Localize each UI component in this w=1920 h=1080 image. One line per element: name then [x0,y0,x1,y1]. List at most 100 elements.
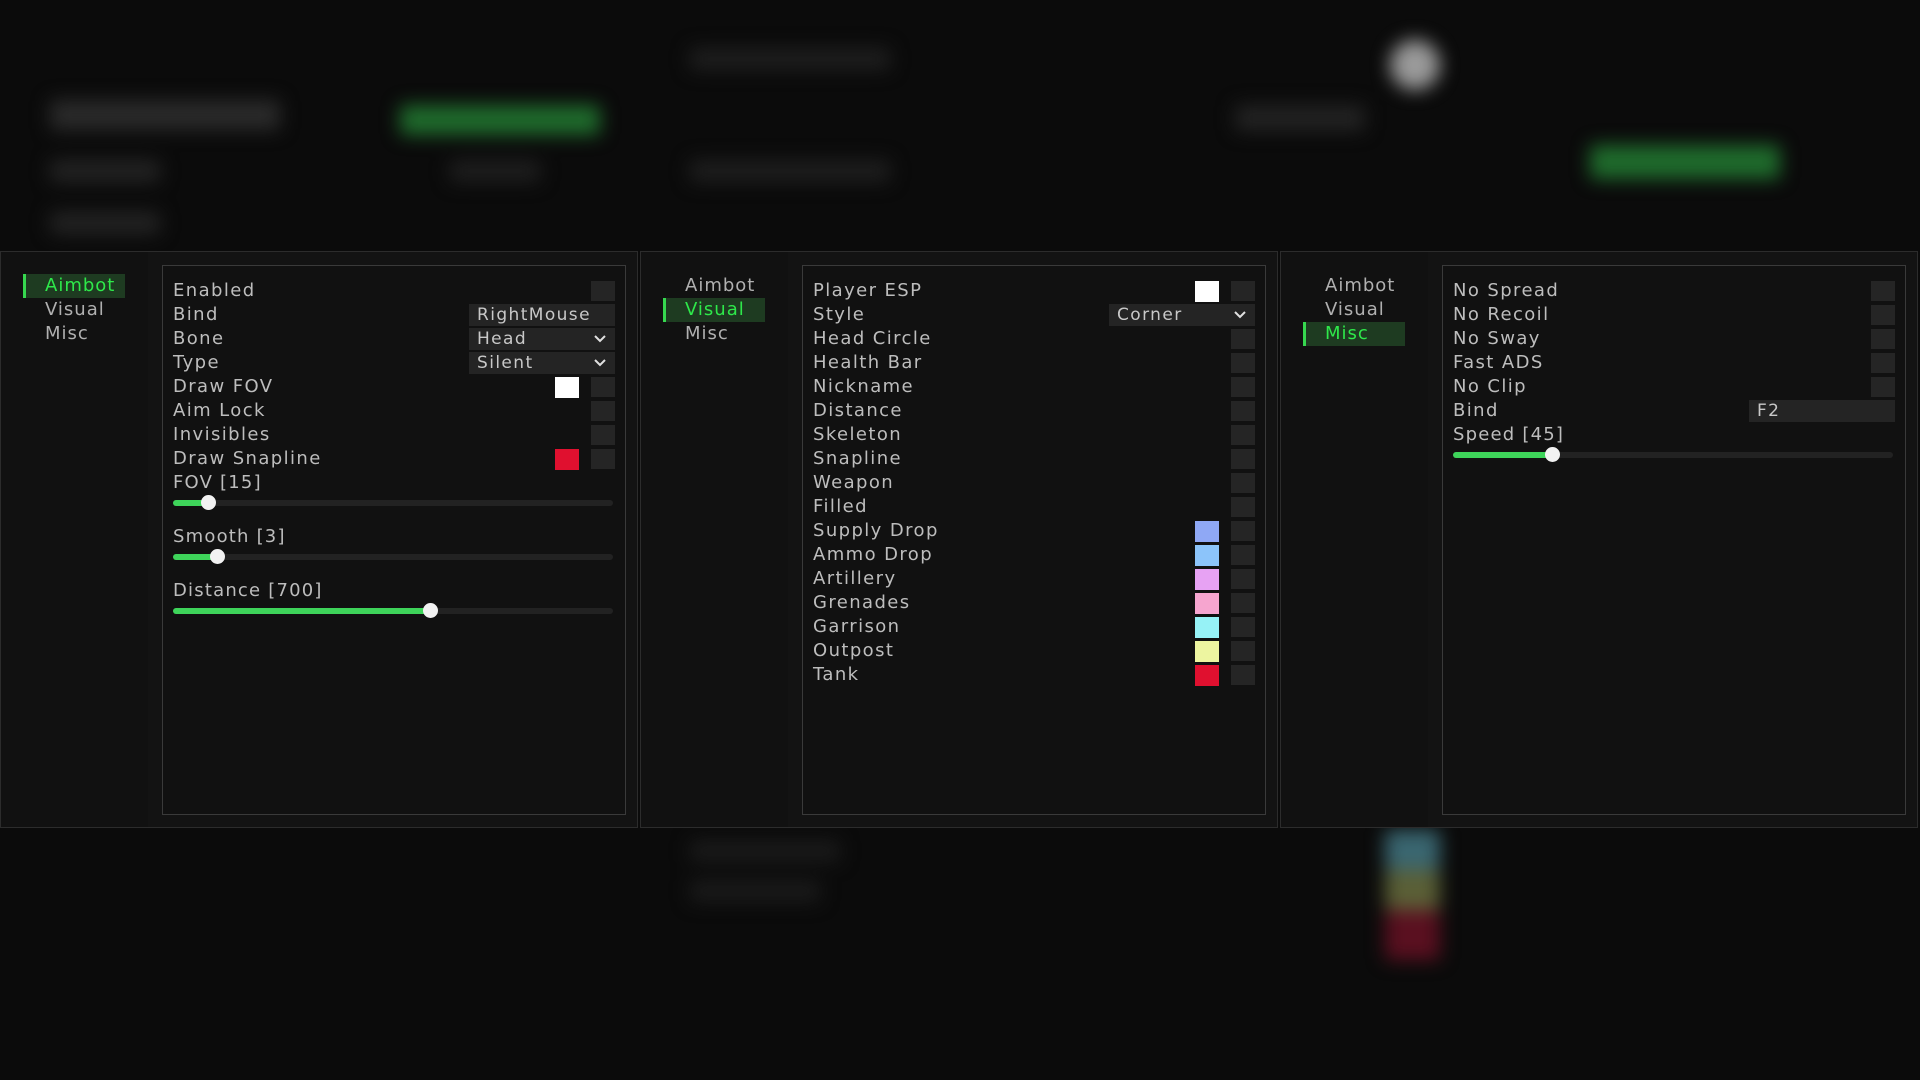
tab-visual[interactable]: Visual [663,298,765,322]
draw-snapline-color-swatch[interactable] [555,449,579,470]
fast-ads-checkbox[interactable] [1871,353,1895,373]
enabled-checkbox[interactable] [591,281,615,301]
option-invisibles: Invisibles [173,422,615,448]
garrison-color-swatch[interactable] [1195,617,1219,638]
option-grenades: Grenades [813,590,1255,616]
option-player-esp: Player ESP [813,278,1255,304]
option-snapline: Snapline [813,446,1255,472]
type-dropdown[interactable]: Silent [469,352,615,374]
no-spread-checkbox[interactable] [1871,281,1895,301]
option-supply-drop: Supply Drop [813,518,1255,544]
invisibles-checkbox[interactable] [591,425,615,445]
supply-drop-checkbox[interactable] [1231,521,1255,541]
dropdown-value: Silent [477,353,534,373]
draw-snapline-checkbox[interactable] [591,449,615,469]
aim-lock-checkbox[interactable] [591,401,615,421]
nickname-checkbox[interactable] [1231,377,1255,397]
draw-fov-checkbox[interactable] [591,377,615,397]
tab-visual[interactable]: Visual [1303,298,1405,322]
smooth-slider[interactable] [173,549,613,564]
option-label: Distance [813,400,903,421]
tab-visual[interactable]: Visual [23,298,125,322]
distance-checkbox[interactable] [1231,401,1255,421]
tab-misc[interactable]: Misc [23,322,125,346]
menu-window-3: Aimbot Visual Misc No Spread No Recoil No Swa… [1280,251,1918,828]
option-bind: Bind RightMouse [173,302,615,328]
fov-slider[interactable] [173,495,613,510]
slider-handle[interactable] [1545,447,1560,462]
tab-aimbot[interactable]: Aimbot [1303,274,1405,298]
option-weapon: Weapon [813,470,1255,496]
supply-drop-color-swatch[interactable] [1195,521,1219,542]
option-label: No Recoil [1453,304,1550,325]
tab-misc[interactable]: Misc [1303,322,1405,346]
option-label: Garrison [813,616,901,637]
artillery-checkbox[interactable] [1231,569,1255,589]
ammo-drop-color-swatch[interactable] [1195,545,1219,566]
option-label: Nickname [813,376,915,397]
menu-sidebar: Aimbot Visual Misc [641,252,788,827]
tank-color-swatch[interactable] [1195,665,1219,686]
skeleton-checkbox[interactable] [1231,425,1255,445]
head-circle-checkbox[interactable] [1231,329,1255,349]
garrison-checkbox[interactable] [1231,617,1255,637]
option-bind: Bind F2 [1453,398,1895,424]
grenades-color-swatch[interactable] [1195,593,1219,614]
dropdown-value: Head [477,329,528,349]
slider-fill [173,608,431,614]
option-label: Filled [813,496,868,517]
outpost-checkbox[interactable] [1231,641,1255,661]
grenades-checkbox[interactable] [1231,593,1255,613]
option-label: Outpost [813,640,895,661]
option-distance: Distance [813,398,1255,424]
option-label: Bind [173,304,219,325]
distance-slider[interactable] [173,603,613,618]
option-label: Skeleton [813,424,903,445]
option-label: Style [813,304,866,325]
outpost-color-swatch[interactable] [1195,641,1219,662]
option-label: No Sway [1453,328,1541,349]
option-health-bar: Health Bar [813,350,1255,376]
option-label: Invisibles [173,424,271,445]
option-label: Enabled [173,280,256,301]
tank-checkbox[interactable] [1231,665,1255,685]
artillery-color-swatch[interactable] [1195,569,1219,590]
option-filled: Filled [813,494,1255,520]
menu-sidebar: Aimbot Visual Misc [1,252,148,827]
slider-fill [1453,452,1552,458]
ammo-drop-checkbox[interactable] [1231,545,1255,565]
snapline-checkbox[interactable] [1231,449,1255,469]
tab-aimbot[interactable]: Aimbot [23,274,125,298]
bone-dropdown[interactable]: Head [469,328,615,350]
style-dropdown[interactable]: Corner [1109,304,1255,326]
slider-handle[interactable] [201,495,217,510]
option-label: Snapline [813,448,902,469]
option-aim-lock: Aim Lock [173,398,615,424]
weapon-checkbox[interactable] [1231,473,1255,493]
health-bar-checkbox[interactable] [1231,353,1255,373]
option-tank: Tank [813,662,1255,688]
draw-fov-color-swatch[interactable] [555,377,579,398]
player-esp-color-swatch[interactable] [1195,281,1219,302]
player-esp-checkbox[interactable] [1231,281,1255,301]
bind-keybind-field[interactable]: F2 [1749,400,1895,422]
tab-misc[interactable]: Misc [663,322,765,346]
option-label: Grenades [813,592,911,613]
slider-handle[interactable] [423,603,439,618]
no-sway-checkbox[interactable] [1871,329,1895,349]
option-label: Tank [813,664,860,685]
tab-aimbot[interactable]: Aimbot [663,274,765,298]
option-style: Style Corner [813,302,1255,328]
settings-panel: Enabled Bind RightMouse Bone Head Type Silent D… [162,265,626,815]
option-label: Supply Drop [813,520,939,541]
filled-checkbox[interactable] [1231,497,1255,517]
option-outpost: Outpost [813,638,1255,664]
bind-keybind-field[interactable]: RightMouse [469,304,615,326]
option-no-spread: No Spread [1453,278,1895,304]
speed-slider[interactable] [1453,447,1893,462]
no-recoil-checkbox[interactable] [1871,305,1895,325]
speed-slider-label: Speed [45] [1453,424,1565,445]
slider-handle[interactable] [210,549,225,564]
no-clip-checkbox[interactable] [1871,377,1895,397]
option-label: Health Bar [813,352,923,373]
